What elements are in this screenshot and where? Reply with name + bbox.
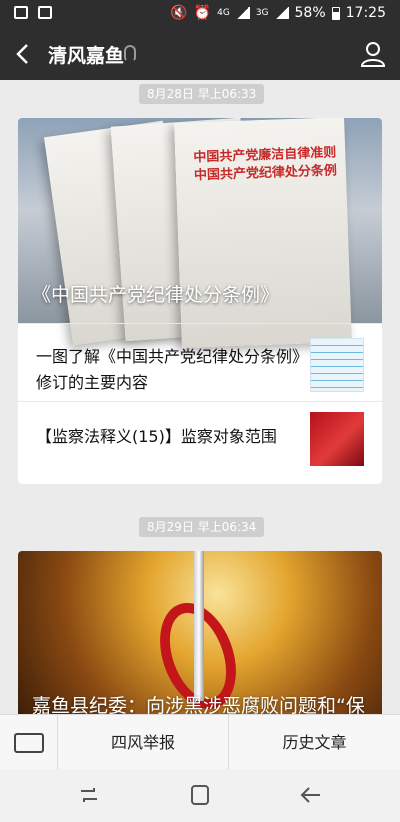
- bottom-menu: 四风举报 历史文章: [0, 714, 400, 770]
- article-item[interactable]: 【监察法释义(15)】监察对象范围: [18, 401, 382, 479]
- back-button[interactable]: [10, 40, 38, 68]
- recent-apps-icon: [81, 788, 97, 802]
- back-arrow-icon: [16, 44, 28, 64]
- app-header: 清风嘉鱼: [0, 28, 400, 80]
- network-type-label-2: 3G: [255, 8, 269, 18]
- system-nav-bar: [0, 769, 400, 822]
- keyboard-icon: [14, 733, 44, 753]
- image-notification-icon: [38, 6, 52, 19]
- article-thumbnail: [310, 338, 364, 392]
- keyboard-toggle-button[interactable]: [0, 715, 58, 770]
- hero-caption: 《中国共产党纪律处分条例》: [32, 284, 280, 306]
- article-item[interactable]: 一图了解《中国共产党纪律处分条例》修订的主要内容: [18, 323, 382, 401]
- hero-article[interactable]: 中国共产党廉洁自律准则 中国共产党纪律处分条例 《中国共产党纪律处分条例》: [18, 118, 382, 348]
- date-stamp: 8月28日 早上06:33: [139, 84, 265, 104]
- signal-icon: [235, 7, 250, 19]
- article-title: 【监察法释义(15)】监察对象范围: [36, 427, 277, 446]
- alarm-icon: ⏰: [193, 5, 212, 21]
- hero-article[interactable]: 嘉鱼县纪委：向涉黑涉恶腐败问题和“保: [18, 551, 382, 721]
- mute-icon: 🔇: [170, 5, 188, 21]
- signal-icon-2: [274, 7, 289, 19]
- back-nav-button[interactable]: [298, 783, 324, 807]
- back-nav-icon: [300, 787, 320, 803]
- status-bar: 🔇 ⏰ 4G 3G 58% 17:25: [0, 0, 400, 28]
- date-stamp: 8月29日 早上06:34: [139, 517, 265, 537]
- network-type-label: 4G: [217, 8, 230, 18]
- battery-percent: 58%: [294, 5, 326, 21]
- menu-item-history[interactable]: 历史文章: [229, 715, 400, 770]
- person-icon: [360, 42, 386, 67]
- article-card: 嘉鱼县纪委：向涉黑涉恶腐败问题和“保: [18, 551, 382, 721]
- battery-icon: [331, 6, 340, 20]
- page-title: 清风嘉鱼: [48, 45, 125, 67]
- article-title: 一图了解《中国共产党纪律处分条例》修订的主要内容: [36, 347, 301, 392]
- recent-apps-button[interactable]: [76, 783, 102, 807]
- sword-image: [194, 551, 204, 701]
- book-title: 中国共产党纪律处分条例: [193, 163, 338, 184]
- profile-button[interactable]: [360, 40, 386, 68]
- home-button[interactable]: [187, 783, 213, 807]
- article-thumbnail: [310, 412, 364, 466]
- home-icon: [191, 785, 209, 805]
- ear-icon: [124, 45, 136, 62]
- book-image: 中国共产党廉洁自律准则 中国共产党纪律处分条例: [174, 118, 352, 348]
- gallery-notification-icon: [14, 6, 28, 19]
- menu-item-report[interactable]: 四风举报: [58, 715, 229, 770]
- clock: 17:25: [345, 5, 386, 21]
- article-card: 中国共产党廉洁自律准则 中国共产党纪律处分条例 《中国共产党纪律处分条例》 一图…: [18, 118, 382, 484]
